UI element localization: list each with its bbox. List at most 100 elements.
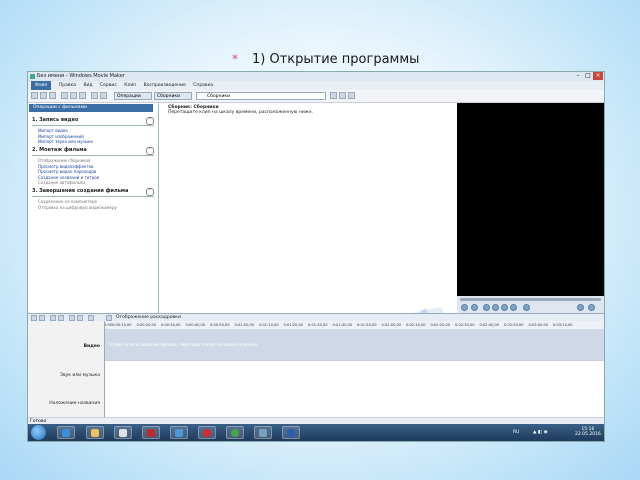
menu-file[interactable]: Файл <box>31 81 52 90</box>
ruler-tick: 0:00 <box>104 323 113 327</box>
toolbar: Операции Сборники Сборники <box>28 90 604 103</box>
menu-edit[interactable]: Правка <box>59 83 76 88</box>
slide-title: * 1) Открытие программы <box>232 52 419 67</box>
taskbar-app[interactable] <box>142 426 160 439</box>
menu-bar: Файл Правка Вид Сервис Клип Воспроизведе… <box>28 81 604 90</box>
fullscreen-icon[interactable] <box>588 304 595 311</box>
ruler-tick: 0:01:10,00 <box>259 323 279 327</box>
app-icon <box>259 429 267 437</box>
start-button[interactable] <box>31 425 46 440</box>
taskbar-app[interactable] <box>86 426 104 439</box>
new-project-icon[interactable] <box>31 92 38 99</box>
new-folder-icon[interactable] <box>339 92 346 99</box>
ruler-tick: 0:02:00,00 <box>381 323 402 327</box>
play-icon[interactable] <box>461 304 468 311</box>
title-bar: Без имени - Windows Movie Maker – □ × <box>28 72 604 81</box>
taskbar-app[interactable] <box>114 426 132 439</box>
title-overlay-track[interactable] <box>105 389 604 417</box>
task-pane-header: Операции с фильмами <box>29 104 153 112</box>
ruler-tick: 0:00:10,00 <box>112 323 132 327</box>
system-tray: RU ▲ ◧ ◉ 15:16 22.05.2016 <box>513 424 604 441</box>
section-capture: 1. Запись видео ^ Импорт видео Импорт изо… <box>32 117 154 145</box>
opera-icon <box>203 429 211 437</box>
track-label-title: Наложение названия <box>49 401 100 406</box>
track-label-audio: Звук или музыка <box>60 373 100 378</box>
tasks-button[interactable]: Операции <box>114 92 152 100</box>
ruler-tick: 0:00:20,00 <box>136 323 157 327</box>
ruler-tick: 0:01:30,00 <box>308 323 328 327</box>
cut-icon[interactable] <box>91 92 98 99</box>
section-title[interactable]: 1. Запись видео ^ <box>32 117 154 125</box>
app-icon <box>175 429 183 437</box>
views-icon[interactable] <box>348 92 355 99</box>
clock[interactable]: 15:16 22.05.2016 <box>575 427 601 437</box>
status-bar: Готово <box>28 417 604 424</box>
split-icon[interactable] <box>523 304 530 311</box>
language-indicator[interactable]: RU <box>513 430 519 435</box>
prev-frame-icon[interactable] <box>483 304 490 311</box>
close-icon[interactable]: × <box>593 72 603 80</box>
link-import-audio[interactable]: Импорт звука или музыки <box>32 139 154 145</box>
bullet-star: * <box>232 52 238 66</box>
undo-icon[interactable] <box>61 92 68 99</box>
tray-icons[interactable]: ▲ ◧ ◉ <box>533 430 548 435</box>
redo-icon[interactable] <box>70 92 77 99</box>
taskbar-app[interactable] <box>198 426 216 439</box>
up-folder-icon[interactable] <box>330 92 337 99</box>
menu-play[interactable]: Воспроизведение <box>144 83 186 88</box>
folder-icon <box>91 429 99 437</box>
collections-combo[interactable]: Сборники <box>196 92 326 100</box>
ruler-tick: 0:01:00,00 <box>234 323 255 327</box>
menu-tools[interactable]: Сервис <box>100 83 117 88</box>
slide-title-text: 1) Открытие программы <box>252 52 420 67</box>
collapse-icon[interactable]: ^ <box>146 147 154 155</box>
collections-button[interactable]: Сборники <box>154 92 192 100</box>
collection-hint: Перетащите клип на шкалу времени, распол… <box>168 110 314 115</box>
menu-view[interactable]: Вид <box>83 83 92 88</box>
section-title[interactable]: 2. Монтаж фильма ^ <box>32 147 154 155</box>
taskbar-app[interactable] <box>170 426 188 439</box>
collections-combo-value: Сборники <box>207 94 231 99</box>
section-title[interactable]: 3. Завершение создания фильма ^ <box>32 188 154 196</box>
ie-icon <box>62 429 70 437</box>
clock-date: 22.05.2016 <box>575 432 601 437</box>
taskbar-app[interactable] <box>282 426 300 439</box>
movie-maker-window: Без имени - Windows Movie Maker – □ × Фа… <box>27 71 605 442</box>
minimize-icon[interactable]: – <box>573 72 583 80</box>
ruler-tick: 0:01:20,00 <box>283 323 304 327</box>
audio-track[interactable] <box>105 360 604 390</box>
taskbar-app[interactable] <box>57 426 75 439</box>
collapse-icon[interactable]: ^ <box>146 188 154 196</box>
rewind-icon[interactable] <box>501 304 508 311</box>
taskbar-app[interactable] <box>226 426 244 439</box>
maximize-icon[interactable]: □ <box>583 72 593 80</box>
stop-icon[interactable] <box>471 304 478 311</box>
section-capture-title: 1. Запись видео <box>32 117 79 123</box>
menu-help[interactable]: Справка <box>193 83 213 88</box>
ruler-ticks: 0:000:00:10,00 0:00:20,00 0:00:30,00 0:00:4… <box>104 323 578 327</box>
task-pane: Операции с фильмами 1. Запись видео ^ Имп… <box>28 103 159 313</box>
ruler-tick: 0:00:50,00 <box>210 323 230 327</box>
video-track-hint: Чтобы начать создание фильма, перетащите… <box>109 342 259 347</box>
open-project-icon[interactable] <box>40 92 47 99</box>
next-frame-icon[interactable] <box>492 304 499 311</box>
video-track[interactable]: Чтобы начать создание фильма, перетащите… <box>105 329 604 360</box>
copy-icon[interactable] <box>100 92 107 99</box>
snapshot-icon[interactable] <box>577 304 584 311</box>
collapse-icon[interactable]: ^ <box>146 117 154 125</box>
ruler-tick: 0:03:10,00 <box>553 323 573 327</box>
ruler-tick: 0:00:30,00 <box>161 323 181 327</box>
section-edit: 2. Монтаж фильма ^ Отображение сборников … <box>32 147 154 186</box>
tasks-button-label: Операции <box>117 94 141 99</box>
window-title: Без имени - Windows Movie Maker <box>37 73 125 79</box>
seek-bar[interactable] <box>460 298 601 301</box>
taskbar-app[interactable] <box>254 426 272 439</box>
redo-dropdown-icon[interactable] <box>79 92 86 99</box>
save-project-icon[interactable] <box>49 92 56 99</box>
forward-icon[interactable] <box>510 304 517 311</box>
preview-monitor <box>457 103 604 302</box>
divider <box>32 155 154 156</box>
media-icon <box>119 429 127 437</box>
ruler-tick: 0:03:00,00 <box>528 323 549 327</box>
menu-clip[interactable]: Клип <box>124 83 136 88</box>
